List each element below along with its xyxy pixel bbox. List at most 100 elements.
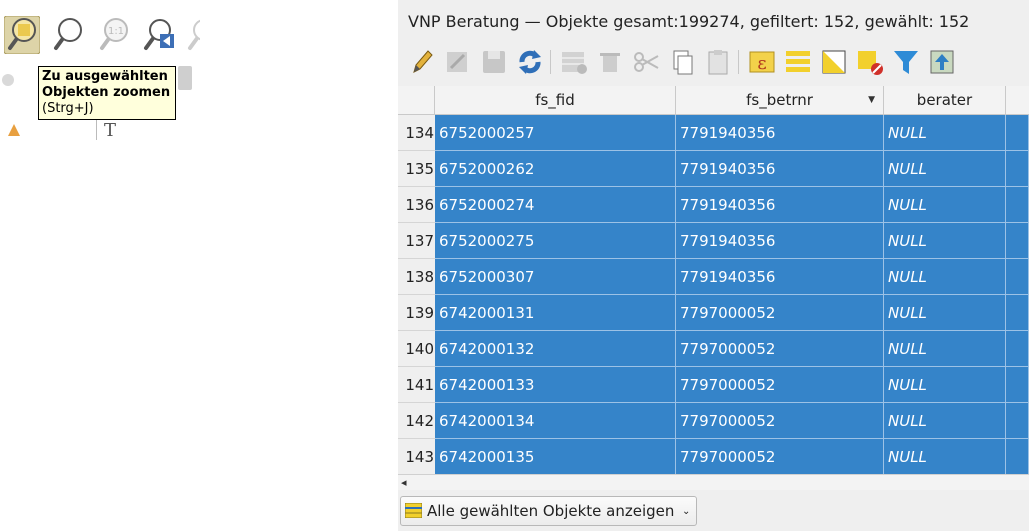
- cell-berater[interactable]: NULL: [884, 403, 1006, 439]
- cell-fs-fid[interactable]: 6742000133: [435, 367, 676, 403]
- cell-berater[interactable]: NULL: [884, 187, 1006, 223]
- cell-berater[interactable]: NULL: [884, 151, 1006, 187]
- row-number[interactable]: 134: [398, 115, 435, 151]
- table-row[interactable]: 142 6742000134 7797000052 NULL: [398, 403, 1029, 439]
- table-row[interactable]: 134 6752000257 7791940356 NULL: [398, 115, 1029, 151]
- row-number[interactable]: 138: [398, 259, 435, 295]
- sort-indicator-icon: ▼: [868, 95, 875, 105]
- cell-fs-betrnr[interactable]: 7797000052: [676, 295, 884, 331]
- cell-berater[interactable]: NULL: [884, 331, 1006, 367]
- separator: [96, 118, 97, 140]
- deselect-icon[interactable]: [854, 46, 886, 78]
- toggle-edit-icon[interactable]: [442, 46, 474, 78]
- cell-fs-fid[interactable]: 6742000134: [435, 403, 676, 439]
- attribute-table[interactable]: fs_fid fs_betrnr ▼ berater 134 6752000257…: [398, 86, 1029, 474]
- row-number[interactable]: 139: [398, 295, 435, 331]
- move-to-top-icon[interactable]: [926, 46, 958, 78]
- cell-fs-betrnr[interactable]: 7797000052: [676, 439, 884, 474]
- tooltip-title: Zu ausgewählten Objekten zoomen: [42, 69, 171, 100]
- scroll-left-icon[interactable]: ◂: [401, 476, 407, 489]
- cut-icon[interactable]: [630, 46, 662, 78]
- row-number[interactable]: 140: [398, 331, 435, 367]
- table-icon: [405, 503, 422, 518]
- table-row[interactable]: 137 6752000275 7791940356 NULL: [398, 223, 1029, 259]
- column-header-fs-betrnr[interactable]: fs_betrnr ▼: [676, 86, 884, 114]
- cell-berater[interactable]: NULL: [884, 259, 1006, 295]
- cell-overflow: [1006, 151, 1029, 187]
- delete-feature-icon[interactable]: [594, 46, 626, 78]
- table-row[interactable]: 143 6742000135 7797000052 NULL: [398, 439, 1029, 474]
- table-row[interactable]: 140 6742000132 7797000052 NULL: [398, 331, 1029, 367]
- svg-text:ε: ε: [757, 53, 766, 74]
- table-row[interactable]: 139 6742000131 7797000052 NULL: [398, 295, 1029, 331]
- select-all-icon[interactable]: [782, 46, 814, 78]
- tooltip: Zu ausgewählten Objekten zoomen (Strg+J): [38, 66, 176, 120]
- table-row[interactable]: 136 6752000274 7791940356 NULL: [398, 187, 1029, 223]
- cell-fs-fid[interactable]: 6742000132: [435, 331, 676, 367]
- reload-icon[interactable]: [514, 46, 546, 78]
- filter-icon[interactable]: [890, 46, 922, 78]
- cell-berater[interactable]: NULL: [884, 439, 1006, 474]
- cell-berater[interactable]: NULL: [884, 367, 1006, 403]
- paste-icon[interactable]: [702, 46, 734, 78]
- invert-selection-icon[interactable]: [818, 46, 850, 78]
- table-header: fs_fid fs_betrnr ▼ berater: [398, 86, 1029, 115]
- cell-overflow: [1006, 367, 1029, 403]
- cell-fs-fid[interactable]: 6752000262: [435, 151, 676, 187]
- zoom-native-resolution-icon[interactable]: 1:1: [96, 16, 132, 54]
- save-edits-icon[interactable]: [478, 46, 510, 78]
- cell-fs-betrnr[interactable]: 7797000052: [676, 403, 884, 439]
- attribute-table-window: VNP Beratung — Objekte gesamt:199274, ge…: [398, 0, 1029, 531]
- cell-fs-fid[interactable]: 6752000307: [435, 259, 676, 295]
- feature-filter-label: Alle gewählten Objekte anzeigen: [427, 502, 675, 520]
- cell-overflow: [1006, 331, 1029, 367]
- cell-fs-fid[interactable]: 6752000274: [435, 187, 676, 223]
- attribute-toolbar: ε: [402, 42, 1029, 82]
- add-feature-icon[interactable]: [558, 46, 590, 78]
- cell-berater[interactable]: NULL: [884, 295, 1006, 331]
- cell-fs-betrnr[interactable]: 7791940356: [676, 259, 884, 295]
- table-row[interactable]: 135 6752000262 7791940356 NULL: [398, 151, 1029, 187]
- feature-filter-button[interactable]: Alle gewählten Objekte anzeigen ⌄: [400, 496, 698, 526]
- cell-fs-betrnr[interactable]: 7791940356: [676, 223, 884, 259]
- zoom-to-selection-icon[interactable]: [4, 16, 40, 54]
- row-number[interactable]: 141: [398, 367, 435, 403]
- toolbar-separator: [550, 50, 551, 74]
- annotation-toolbar: T: [0, 118, 200, 141]
- cell-berater[interactable]: NULL: [884, 223, 1006, 259]
- table-row[interactable]: 138 6752000307 7791940356 NULL: [398, 259, 1029, 295]
- cell-fs-fid[interactable]: 6752000275: [435, 223, 676, 259]
- trash-icon[interactable]: [178, 66, 192, 90]
- row-number[interactable]: 137: [398, 223, 435, 259]
- cell-overflow: [1006, 187, 1029, 223]
- horizontal-scrollbar[interactable]: ◂: [398, 474, 1029, 491]
- cell-fs-betrnr[interactable]: 7791940356: [676, 115, 884, 151]
- cell-fs-fid[interactable]: 6742000131: [435, 295, 676, 331]
- cell-fs-betrnr[interactable]: 7791940356: [676, 187, 884, 223]
- cell-fs-betrnr[interactable]: 7791940356: [676, 151, 884, 187]
- copy-icon[interactable]: [666, 46, 698, 78]
- cell-fs-betrnr[interactable]: 7797000052: [676, 367, 884, 403]
- header-corner[interactable]: [398, 86, 435, 114]
- text-tool-icon[interactable]: T: [104, 120, 116, 141]
- cell-fs-fid[interactable]: 6752000257: [435, 115, 676, 151]
- column-header-berater[interactable]: berater: [884, 86, 1006, 114]
- cell-fs-fid[interactable]: 6742000135: [435, 439, 676, 474]
- svg-text:1:1: 1:1: [108, 26, 124, 37]
- row-number[interactable]: 136: [398, 187, 435, 223]
- tooltip-shortcut: (Strg+J): [42, 101, 94, 116]
- cell-fs-betrnr[interactable]: 7797000052: [676, 331, 884, 367]
- zoom-last-icon[interactable]: [142, 16, 178, 54]
- cell-berater[interactable]: NULL: [884, 115, 1006, 151]
- cell-overflow: [1006, 259, 1029, 295]
- expression-select-icon[interactable]: ε: [746, 46, 778, 78]
- pencil-icon[interactable]: [406, 46, 438, 78]
- column-header-fs-fid[interactable]: fs_fid: [435, 86, 676, 114]
- map-navigation-toolbar: 1:1 T Zu ausgewählten Objekten zoomen (S…: [0, 0, 200, 141]
- row-number[interactable]: 142: [398, 403, 435, 439]
- table-row[interactable]: 141 6742000133 7797000052 NULL: [398, 367, 1029, 403]
- zoom-next-icon[interactable]: [186, 16, 200, 54]
- zoom-to-layer-icon[interactable]: [50, 16, 86, 54]
- row-number[interactable]: 135: [398, 151, 435, 187]
- row-number[interactable]: 143: [398, 439, 435, 474]
